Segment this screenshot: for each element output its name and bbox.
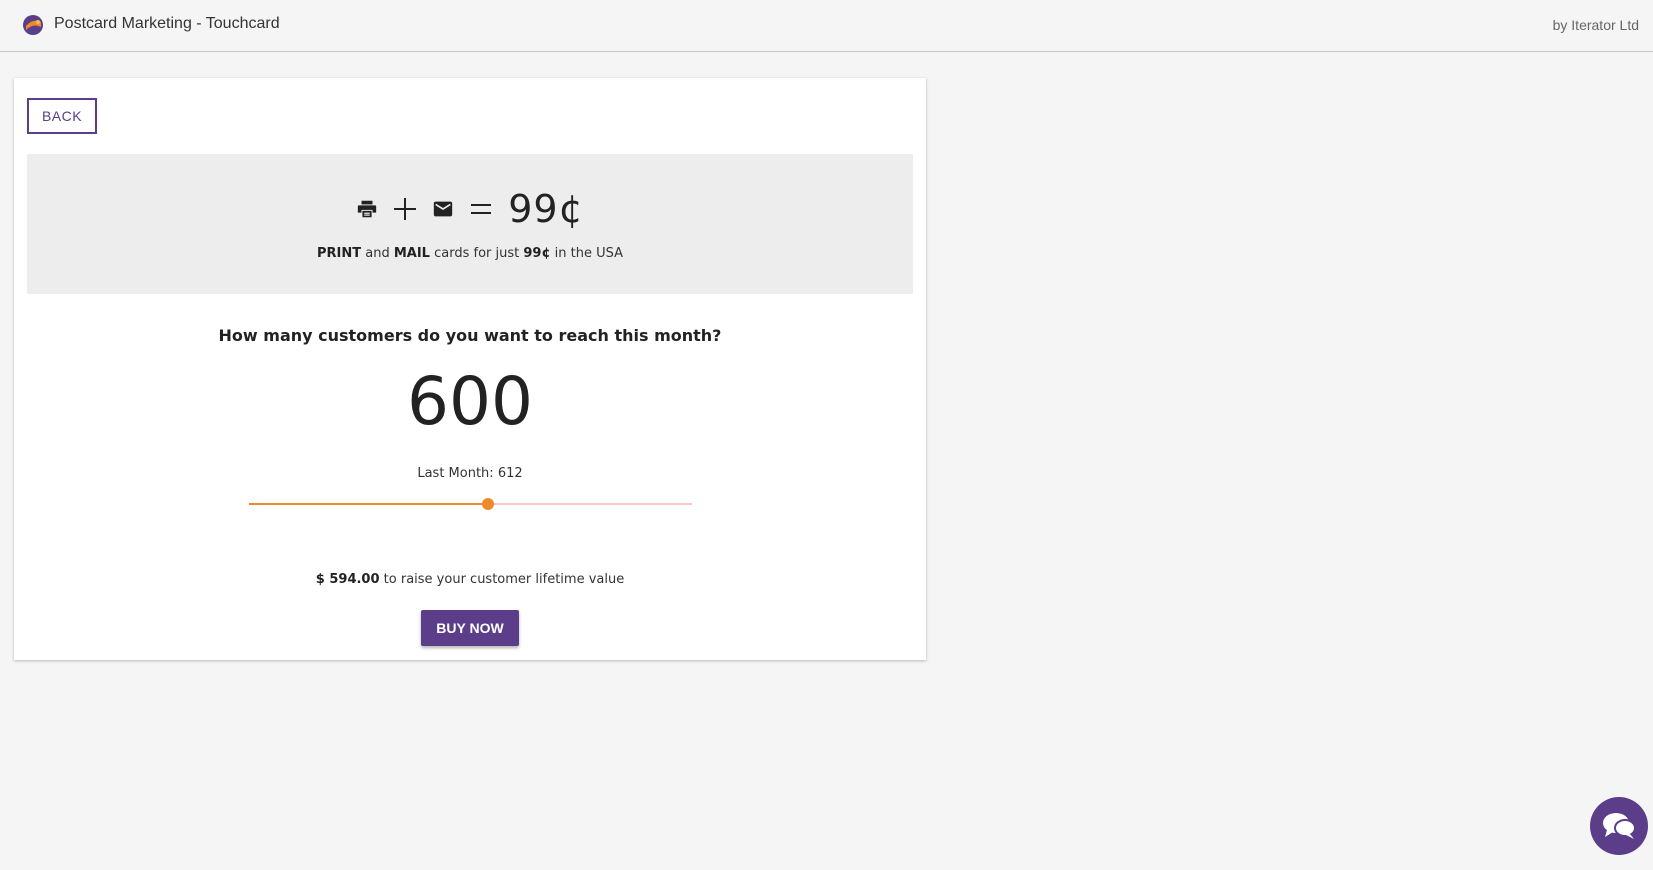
caption-middle: cards for just [434,246,520,261]
touchcard-logo-icon [23,15,43,35]
promo-banner: 99¢ PRINT and MAIL cards for just 99¢ in… [27,154,913,294]
caption-print: PRINT [316,246,362,261]
slider-thumb[interactable] [482,498,495,510]
byline: by Iterator Ltd [1552,17,1639,33]
caption-and: and [365,246,390,261]
mail-icon [434,201,453,217]
chat-launcher-button[interactable] [1590,797,1648,855]
total-cost: $ 594.00 to raise your customer lifetime… [14,572,926,587]
total-text: to raise your customer lifetime value [383,572,625,587]
reach-question: How many customers do you want to reach … [218,326,722,345]
back-button[interactable]: BACK [27,98,97,134]
promo-price: 99¢ [508,187,584,231]
equals-icon [471,204,492,214]
main-card: BACK 99¢ PRINT and MAIL cards for just 9… [14,78,926,660]
caption-price: 99¢ [523,246,551,261]
plus-icon [394,198,417,220]
app-title: Postcard Marketing - Touchcard [54,15,280,32]
caption-tail: in the USA [554,246,624,261]
chat-bubbles-icon [1603,813,1636,839]
printer-icon [358,200,377,218]
promo-equation: 99¢ [27,190,913,228]
caption-mail: MAIL [393,246,430,261]
last-month-label: Last Month: 612 [417,466,523,481]
slider-fill [249,503,489,505]
top-app-bar: Postcard Marketing - Touchcard by Iterat… [0,0,1653,52]
total-amount: $ 594.00 [315,572,380,587]
customer-count: 600 [407,363,533,440]
customer-count-slider[interactable] [249,496,692,512]
buy-now-button[interactable]: BUY NOW [421,610,519,646]
promo-caption: PRINT and MAIL cards for just 99¢ in the… [27,246,913,261]
